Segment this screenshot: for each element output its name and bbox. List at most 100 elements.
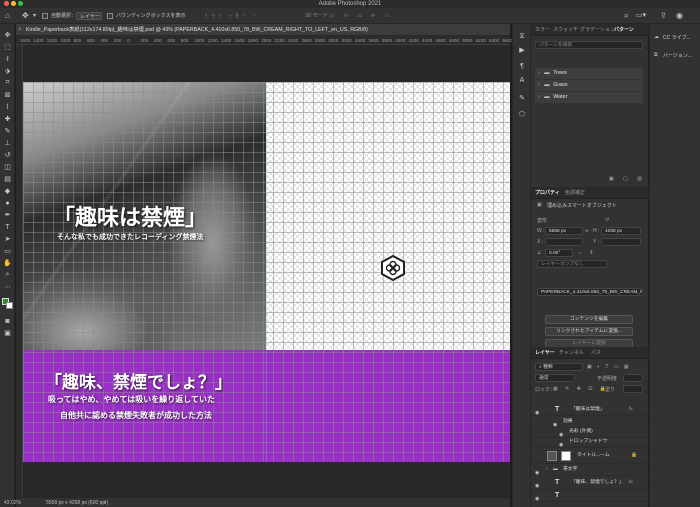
3d-tool-icons[interactable]: ◎ ✣ ⇆ ✥ ▭ — [330, 8, 393, 24]
tool-preset-chevron-icon[interactable]: ▾ — [33, 8, 36, 24]
history-brush-tool-icon[interactable]: ↺ — [2, 150, 13, 160]
brush-tool-icon[interactable]: ✎ — [2, 126, 13, 136]
tab-paths[interactable]: パス — [591, 347, 601, 359]
object-select-tool-icon[interactable]: ⬗ — [2, 66, 13, 76]
tab-channels[interactable]: チャンネル — [559, 347, 584, 359]
brush-settings-icon[interactable]: ✎ — [517, 94, 527, 104]
pattern-search-input[interactable]: パターンを検索 — [535, 41, 643, 49]
search-icon[interactable]: ⌕ — [624, 8, 628, 24]
document-tab[interactable]: × Kindle_Paperback表紙(112x174 80lp)_趣味は禁煙… — [16, 24, 510, 36]
3d-panel-icon[interactable]: ⬡ — [517, 110, 527, 120]
convert-to-linked-button[interactable]: リンクされたアイテムに変換... — [545, 327, 633, 336]
document-info[interactable]: 5558 px x 4258 px (600 ppi) — [46, 498, 108, 507]
shape-tool-icon[interactable]: ▭ — [2, 246, 13, 256]
width-field[interactable]: 5558 px — [545, 227, 583, 235]
home-icon[interactable]: ⌂ — [5, 8, 10, 24]
auto-select-checkbox[interactable] — [42, 13, 48, 19]
pattern-folder-grass[interactable]: › ▬ Grass — [535, 80, 643, 91]
link-dimensions-icon[interactable]: ∞ — [585, 228, 589, 234]
clone-stamp-tool-icon[interactable]: ⊥ — [2, 138, 13, 148]
tab-properties[interactable]: プロパティ — [535, 187, 560, 199]
close-tab-icon[interactable]: × — [18, 24, 22, 36]
path-select-tool-icon[interactable]: ➤ — [2, 234, 13, 244]
layer-row[interactable]: ◉ ドロップシャドウ — [531, 436, 649, 448]
character-panel-icon[interactable]: A — [517, 76, 527, 86]
versions-icon[interactable]: ⧉ — [654, 52, 658, 58]
blur-tool-icon[interactable]: ◆ — [2, 186, 13, 196]
marquee-tool-icon[interactable]: ⬚ — [2, 42, 13, 52]
reset-transform-icon[interactable]: ↺ — [605, 217, 609, 223]
background-color-swatch[interactable] — [6, 302, 13, 309]
history-panel-icon[interactable]: ⧖ — [517, 32, 527, 42]
fill-field[interactable] — [623, 385, 643, 393]
bounding-box-checkbox[interactable] — [107, 13, 113, 19]
quick-mask-icon[interactable]: ◙ — [2, 316, 13, 326]
layer-row[interactable]: ◉ T — [531, 490, 649, 502]
pen-tool-icon[interactable]: ✒ — [2, 210, 13, 220]
height-field[interactable]: 4258 px — [601, 227, 641, 235]
align-icons[interactable]: ┤┼├ ┬╫┴ ⋯ — [205, 8, 261, 24]
versions-label[interactable]: バージョン... — [663, 52, 692, 59]
layer-comp-select[interactable]: レイヤーカンプなし — [537, 260, 607, 268]
visibility-eye-icon[interactable]: ◉ — [535, 493, 539, 505]
paragraph-panel-icon[interactable]: ¶ — [517, 62, 527, 72]
auto-select-target-select[interactable]: レイヤー — [76, 12, 102, 20]
tab-patterns[interactable]: パターン — [614, 24, 634, 36]
horizontal-ruler[interactable]: 1600 1400 1200 1000 800 600 400 200 0 200 400 600 80… — [16, 36, 513, 45]
tab-layers[interactable]: レイヤー — [535, 347, 555, 359]
lock-icons[interactable]: ▦ ✎ ✥ ⊡ 🔒 — [553, 386, 609, 392]
chevron-right-icon: › — [538, 94, 540, 100]
tab-adjustments[interactable]: 色調補正 — [565, 187, 585, 199]
pattern-folder-water[interactable]: › ▬ Water — [535, 92, 643, 103]
x-field[interactable] — [545, 238, 583, 246]
crop-tool-icon[interactable]: ⌗ — [2, 78, 13, 88]
layer-filter-select[interactable]: ⌕ 種類 — [535, 363, 583, 371]
tab-gradients[interactable]: グラデーション — [580, 24, 615, 36]
gradient-tool-icon[interactable]: ▤ — [2, 174, 13, 184]
ruler-tick-label: 800 — [73, 38, 82, 43]
layer-filter-icons[interactable]: ▣ ◐ T ▭ ▦ — [587, 364, 631, 370]
more-tools-icon[interactable]: ⋯ — [2, 282, 13, 292]
vertical-ruler[interactable] — [16, 45, 23, 497]
pattern-folder-label: Water — [553, 94, 568, 100]
flip-icons[interactable]: ⇔ ⇕ — [577, 250, 597, 256]
move-tool-icon[interactable]: ✥ — [2, 30, 13, 40]
cc-libraries-icon[interactable]: ☁ — [654, 34, 659, 40]
account-icon[interactable]: ◉ — [676, 8, 683, 24]
eraser-tool-icon[interactable]: ◫ — [2, 162, 13, 172]
lasso-tool-icon[interactable]: ℓ — [2, 54, 13, 64]
blend-mode-select[interactable]: 通常 — [535, 374, 575, 382]
ruler-tick-label: 4400 — [422, 38, 433, 43]
opacity-field[interactable] — [623, 374, 643, 382]
frame-tool-icon[interactable]: ⊠ — [2, 90, 13, 100]
actions-panel-icon[interactable]: ▶ — [517, 46, 527, 56]
edit-contents-button[interactable]: コンテンツを編集 — [545, 315, 633, 324]
folder-icon: ▬ — [553, 467, 558, 472]
smart-object-name-field[interactable]: PAPERBACK_4.410x6.850_78_BW_CREAM_RI... — [537, 288, 643, 296]
screen-mode-icon[interactable]: ▣ — [2, 328, 13, 338]
eyedropper-tool-icon[interactable]: ⌇ — [2, 102, 13, 112]
hand-tool-icon[interactable]: ✋ — [2, 258, 13, 268]
layer-row[interactable]: ◉ T 「趣味は禁煙」 fx — [531, 404, 649, 416]
tab-swatches[interactable]: スウォッチ — [553, 24, 578, 36]
y-field[interactable] — [601, 238, 641, 246]
chevron-down-icon[interactable]: › — [546, 464, 548, 476]
move-tool-icon[interactable]: ✥ — [22, 8, 29, 24]
pattern-panel-actions-icons[interactable]: ▣ ▢ ▥ — [609, 176, 646, 182]
tab-color[interactable]: カラー — [535, 24, 550, 36]
dodge-tool-icon[interactable]: ● — [2, 198, 13, 208]
layer-row[interactable]: ◉ T 「趣味、禁煙でしょ？」 fx — [531, 476, 649, 490]
type-tool-icon[interactable]: T — [2, 222, 13, 232]
zoom-tool-icon[interactable]: ⌕ — [2, 270, 13, 280]
document-canvas[interactable]: 「趣味は禁煙」 そんな私でも成功できたレコーディング禁煙法 「趣味、禁煙でしょ？… — [23, 82, 510, 462]
zoom-level[interactable]: 43.02% — [4, 498, 21, 507]
status-menu-icon[interactable]: › — [104, 498, 106, 507]
layer-row[interactable]: ◉ › ▬ 帯文字 — [531, 464, 649, 476]
pattern-folder-trees[interactable]: › ▬ Trees — [535, 68, 643, 79]
share-icon[interactable]: ⇪ — [660, 8, 667, 24]
layer-row[interactable]: タイトル...ーム 🔒 — [531, 448, 649, 464]
cc-libraries-label[interactable]: CC ライブ... — [663, 34, 691, 41]
healing-brush-tool-icon[interactable]: ✚ — [2, 114, 13, 124]
workspace-icon[interactable]: ▭▾ — [636, 8, 646, 24]
angle-field[interactable]: 0.00° — [545, 249, 573, 257]
